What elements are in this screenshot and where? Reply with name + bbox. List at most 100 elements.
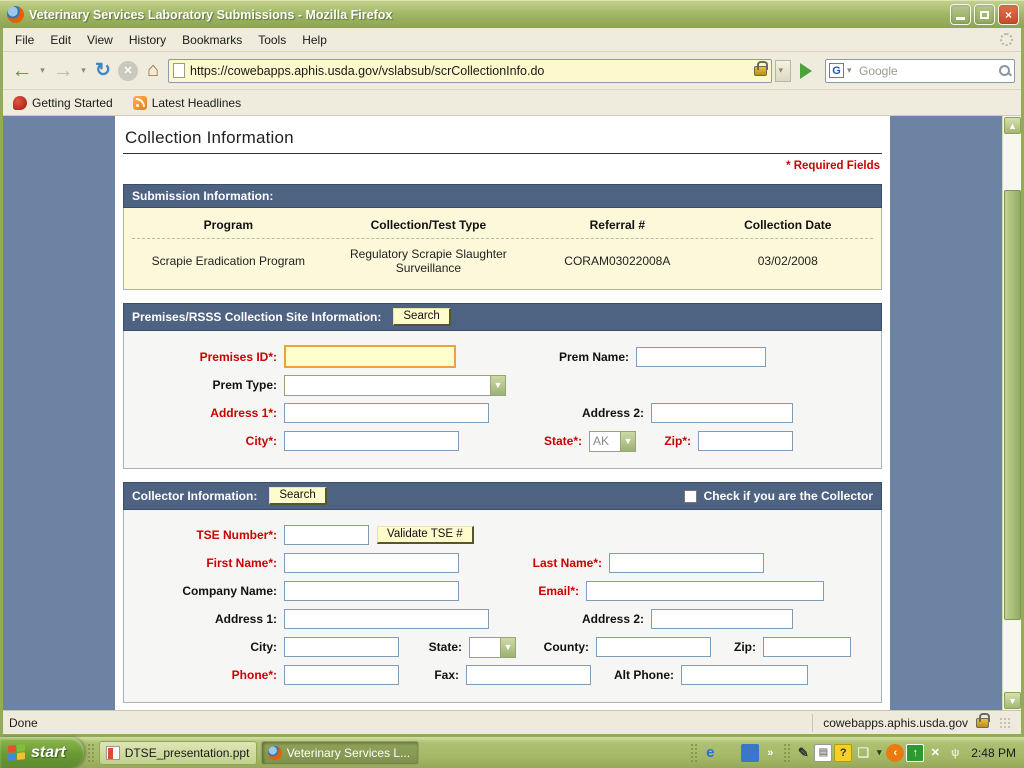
- resize-grip[interactable]: [999, 717, 1011, 729]
- engine-dropdown-icon[interactable]: ▾: [847, 65, 856, 76]
- menu-file[interactable]: File: [7, 30, 42, 50]
- powerpoint-icon: [106, 746, 120, 760]
- collector-last-name-label: Last Name*:: [459, 556, 609, 570]
- msn-icon[interactable]: [741, 744, 759, 762]
- menu-help[interactable]: Help: [294, 30, 335, 50]
- url-input[interactable]: [190, 64, 749, 78]
- close-button[interactable]: ×: [998, 4, 1019, 25]
- muted-display-icon[interactable]: ✕: [926, 744, 944, 762]
- collector-section-header: Collector Information: Search Check if y…: [123, 482, 882, 510]
- firefox-icon[interactable]: [721, 744, 739, 762]
- minimize-button[interactable]: [950, 4, 971, 25]
- search-bar[interactable]: G ▾: [825, 59, 1015, 83]
- tray-separator: [690, 743, 697, 763]
- premises-address-1-input[interactable]: [284, 403, 489, 423]
- help-icon[interactable]: ?: [834, 744, 852, 762]
- url-bar[interactable]: [168, 59, 772, 83]
- taskbar-handle[interactable]: [87, 743, 94, 763]
- scroll-up-button[interactable]: ▲: [1004, 117, 1021, 134]
- submission-section: Submission Information: Program Collecti…: [123, 184, 882, 290]
- task-button-ppt[interactable]: DTSE_presentation.ppt: [99, 741, 257, 765]
- premises-city-input[interactable]: [284, 431, 459, 451]
- task-button-firefox[interactable]: Veterinary Services L...: [261, 741, 419, 765]
- upload-icon[interactable]: ↑: [906, 744, 924, 762]
- collector-tse-number-input[interactable]: [284, 525, 369, 545]
- collector-first-name-input[interactable]: [284, 553, 459, 573]
- scroll-down-button[interactable]: ▼: [1004, 692, 1021, 709]
- ssl-lock-icon: [754, 66, 767, 76]
- ie-icon[interactable]: e: [701, 744, 719, 762]
- collector-state-select[interactable]: ▼: [469, 637, 516, 658]
- firefox-icon: [268, 746, 282, 760]
- notes-icon[interactable]: ▤: [814, 744, 832, 762]
- col-program: Program: [132, 218, 325, 232]
- search-input[interactable]: [859, 64, 996, 78]
- back-dropdown-icon[interactable]: ▾: [38, 65, 47, 76]
- required-fields-note: * Required Fields: [123, 160, 880, 172]
- collector-company-name-input[interactable]: [284, 581, 459, 601]
- forward-button[interactable]: →: [50, 59, 76, 83]
- submission-table-header: Program Collection/Test Type Referral # …: [132, 214, 873, 239]
- collector-city-input[interactable]: [284, 637, 399, 657]
- premises-premises-id-label: Premises ID*:: [124, 350, 284, 364]
- url-history-dropdown[interactable]: ▾: [775, 60, 791, 82]
- collector-zip-input[interactable]: [763, 637, 851, 657]
- collector-phone-input[interactable]: [284, 665, 399, 685]
- scrollbar-thumb[interactable]: [1004, 190, 1021, 620]
- bookmark-getting-started[interactable]: Getting Started: [13, 96, 113, 110]
- premises-search-button[interactable]: Search: [393, 308, 450, 326]
- collector-county-label: County:: [516, 640, 596, 654]
- premises-prem-name-input[interactable]: [636, 347, 766, 367]
- collector-tse-number-label: TSE Number*:: [124, 528, 284, 542]
- collector-self-check: Check if you are the Collector: [684, 489, 873, 503]
- back-button[interactable]: ←: [9, 59, 35, 83]
- go-button[interactable]: [794, 59, 818, 83]
- wifi-icon[interactable]: ψ: [946, 744, 964, 762]
- status-lock-icon: [976, 718, 989, 728]
- premises-prem-type-select[interactable]: ▼: [284, 375, 506, 396]
- menu-edit[interactable]: Edit: [42, 30, 79, 50]
- home-button[interactable]: ⌂: [141, 59, 165, 82]
- collector-last-name-input[interactable]: [609, 553, 764, 573]
- forward-dropdown-icon[interactable]: ▾: [79, 65, 88, 76]
- maximize-button[interactable]: [974, 4, 995, 25]
- collector-address-2-input[interactable]: [651, 609, 793, 629]
- premises-premises-id-input[interactable]: [284, 345, 456, 368]
- menu-tools[interactable]: Tools: [250, 30, 294, 50]
- premises-section-header: Premises/RSSS Collection Site Informatio…: [123, 303, 882, 331]
- form-row: TSE Number*: Validate TSE #: [124, 524, 881, 546]
- stop-button[interactable]: ✕: [118, 61, 138, 81]
- menu-view[interactable]: View: [79, 30, 121, 50]
- collector-zip-label: Zip:: [711, 640, 763, 654]
- collector-county-input[interactable]: [596, 637, 711, 657]
- vertical-scrollbar[interactable]: ▲ ▼: [1002, 116, 1021, 710]
- reload-button[interactable]: ↻: [91, 59, 115, 82]
- start-button[interactable]: start: [0, 737, 84, 768]
- bookmark-latest-headlines[interactable]: Latest Headlines: [133, 96, 241, 110]
- collector-validate-tse-button[interactable]: Validate TSE #: [377, 526, 474, 544]
- menu-history[interactable]: History: [121, 30, 174, 50]
- collector-section: Collector Information: Search Check if y…: [123, 482, 882, 703]
- search-icon[interactable]: [999, 65, 1011, 77]
- collector-self-checkbox[interactable]: [684, 490, 697, 503]
- collector-address-1-input[interactable]: [284, 609, 489, 629]
- collector-alt-phone-input[interactable]: [681, 665, 808, 685]
- collector-fax-input[interactable]: [466, 665, 591, 685]
- hp-icon[interactable]: ‹: [886, 744, 904, 762]
- menu-bookmarks[interactable]: Bookmarks: [174, 30, 250, 50]
- status-security: cowebapps.aphis.usda.gov: [812, 714, 1015, 732]
- collector-alt-phone-label: Alt Phone:: [591, 668, 681, 682]
- premises-state-select[interactable]: AK▼: [589, 431, 636, 452]
- navigation-toolbar: ← ▾ → ▾ ↻ ✕ ⌂ ▾ G ▾: [3, 52, 1021, 90]
- windows-icon[interactable]: ❏: [854, 744, 872, 762]
- google-engine-icon[interactable]: G: [829, 63, 844, 78]
- pen-icon[interactable]: ✎: [794, 744, 812, 762]
- premises-zip-input[interactable]: [698, 431, 793, 451]
- overflow-chevron-icon[interactable]: »: [761, 744, 779, 762]
- status-text: Done: [9, 716, 38, 730]
- premises-address-2-input[interactable]: [651, 403, 793, 423]
- caret-icon[interactable]: ▾: [874, 744, 884, 762]
- collector-email-input[interactable]: [586, 581, 824, 601]
- window-title: Veterinary Services Laboratory Submissio…: [29, 8, 947, 22]
- collector-search-button[interactable]: Search: [269, 487, 326, 505]
